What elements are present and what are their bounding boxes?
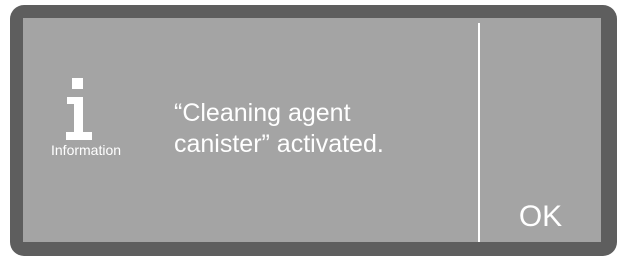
status-message: “Cleaning agent canister” activated. xyxy=(174,99,384,158)
information-label: Information xyxy=(51,142,122,158)
ok-button[interactable]: OK xyxy=(480,18,601,242)
information-icon xyxy=(66,78,92,140)
ok-button-label: OK xyxy=(518,200,563,233)
display-screen: Information “Cleaning agent canister” ac… xyxy=(23,18,601,242)
info-panel: Information “Cleaning agent canister” ac… xyxy=(23,18,478,242)
display-bezel: Information “Cleaning agent canister” ac… xyxy=(10,5,617,256)
